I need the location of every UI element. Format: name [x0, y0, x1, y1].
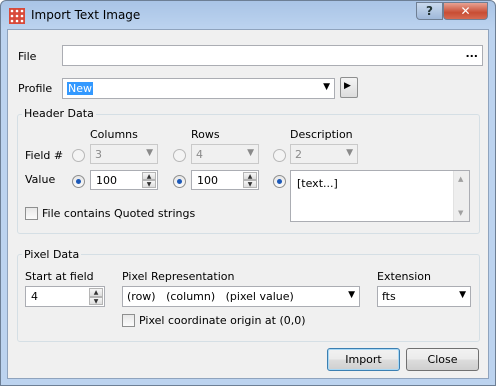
pixel-representation-combo[interactable]: (row) (column) (pixel value) ▼	[122, 286, 360, 307]
import-dialog-window: Import Text Image ? ✕ File ... Profile N…	[0, 0, 496, 386]
field-number-label: Field #	[25, 149, 64, 162]
file-path-input[interactable]: ...	[62, 45, 483, 66]
quoted-strings-label: File contains Quoted strings	[42, 207, 196, 220]
description-field-radio[interactable]	[273, 149, 286, 162]
header-data-title: Header Data	[22, 107, 96, 120]
rows-value-radio[interactable]	[173, 175, 186, 188]
play-icon: ▶	[344, 81, 351, 91]
pixel-data-title: Pixel Data	[22, 248, 82, 261]
start-at-field-spinner[interactable]: 4 ▲ ▼	[25, 286, 105, 307]
scroll-down-icon[interactable]: ▼	[458, 209, 463, 217]
spin-up-icon[interactable]: ▲	[142, 172, 156, 180]
scroll-up-icon[interactable]: ▲	[458, 175, 463, 183]
rows-label: Rows	[191, 128, 220, 141]
spin-down-icon[interactable]: ▼	[142, 180, 156, 188]
description-label: Description	[290, 128, 353, 141]
profile-combo[interactable]: New ▼	[62, 78, 335, 99]
columns-field-radio[interactable]	[72, 149, 85, 162]
description-field-combo[interactable]: 2 ▼	[290, 144, 358, 164]
description-textarea[interactable]: [text...] ▲ ▼	[290, 170, 470, 222]
file-label: File	[18, 50, 37, 63]
origin-checkbox[interactable]	[122, 314, 135, 327]
rows-field-combo[interactable]: 4 ▼	[191, 144, 259, 164]
columns-field-combo[interactable]: 3 ▼	[90, 144, 158, 164]
profile-value: New	[67, 82, 93, 95]
columns-label: Columns	[90, 128, 138, 141]
start-at-field-label: Start at field	[25, 270, 94, 283]
extension-label: Extension	[377, 270, 432, 283]
chevron-down-icon: ▼	[459, 290, 466, 300]
value-label: Value	[25, 173, 56, 186]
pixel-representation-label: Pixel Representation	[122, 270, 235, 283]
import-button[interactable]: Import	[327, 348, 400, 371]
columns-value-spinner[interactable]: 100 ▲ ▼	[90, 170, 158, 190]
chevron-down-icon: ▼	[346, 148, 353, 158]
profile-label: Profile	[18, 82, 53, 95]
rows-value-spinner[interactable]: 100 ▲ ▼	[191, 170, 259, 190]
chevron-down-icon: ▼	[146, 148, 153, 158]
spin-up-icon[interactable]: ▲	[243, 172, 257, 180]
dialog-body: File ... Profile New ▼ ▶ Header Data Col…	[7, 29, 489, 379]
origin-label: Pixel coordinate origin at (0,0)	[139, 314, 306, 327]
chevron-down-icon: ▼	[348, 290, 355, 300]
browse-button[interactable]: ...	[465, 47, 478, 60]
quoted-strings-checkbox[interactable]	[25, 207, 38, 220]
extension-combo[interactable]: fts ▼	[377, 286, 471, 307]
help-button[interactable]: ?	[416, 2, 443, 20]
window-title: Import Text Image	[31, 8, 141, 22]
columns-value-radio[interactable]	[72, 175, 85, 188]
rows-field-radio[interactable]	[173, 149, 186, 162]
title-bar[interactable]: Import Text Image ? ✕	[1, 1, 495, 29]
description-value-radio[interactable]	[273, 175, 286, 188]
chevron-down-icon: ▼	[323, 82, 330, 92]
app-icon	[9, 8, 25, 24]
profile-action-button[interactable]: ▶	[340, 77, 358, 98]
chevron-down-icon: ▼	[247, 148, 254, 158]
spin-down-icon[interactable]: ▼	[243, 180, 257, 188]
close-button[interactable]: Close	[406, 348, 479, 371]
spin-down-icon[interactable]: ▼	[89, 296, 103, 305]
window-close-button[interactable]: ✕	[443, 2, 488, 20]
spin-up-icon[interactable]: ▲	[89, 288, 103, 297]
textarea-scrollbar[interactable]: ▲ ▼	[453, 171, 469, 221]
